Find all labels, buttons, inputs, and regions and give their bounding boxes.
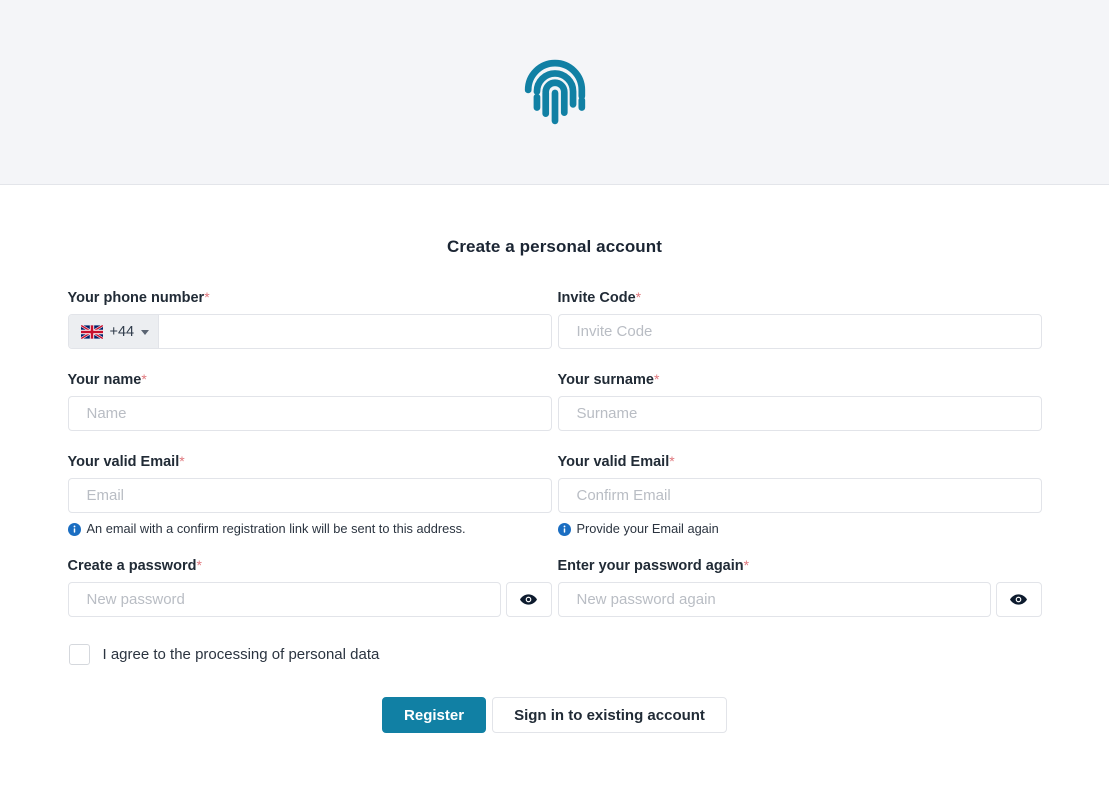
password-confirm-label: Enter your password again*	[557, 557, 750, 574]
registration-form: Your phone number* +44 Invite Code* Invi…	[67, 288, 1042, 733]
email-confirm-input[interactable]: Confirm Email	[557, 478, 1042, 513]
info-icon	[67, 522, 81, 536]
phone-number-input[interactable]	[159, 315, 551, 348]
required-asterisk: *	[179, 453, 185, 469]
field-email-confirm: Your valid Email* Confirm Email Provide …	[557, 452, 1042, 537]
sign-in-button[interactable]: Sign in to existing account	[492, 697, 727, 733]
required-asterisk: *	[653, 371, 660, 387]
required-asterisk: *	[204, 289, 210, 305]
password-input[interactable]: New password	[67, 582, 501, 617]
consent-row[interactable]: I agree to the processing of personal da…	[68, 644, 1042, 665]
required-asterisk: *	[196, 557, 202, 573]
required-asterisk: *	[669, 453, 675, 469]
invite-code-input[interactable]: Invite Code	[557, 314, 1042, 349]
consent-checkbox[interactable]	[68, 644, 90, 665]
field-phone: Your phone number* +44	[67, 288, 552, 349]
email-confirm-label: Your valid Email*	[557, 453, 675, 470]
field-name: Your name* Name	[67, 370, 552, 431]
invite-code-label: Invite Code*	[557, 289, 642, 306]
name-label: Your name*	[67, 371, 147, 388]
form-actions: Register Sign in to existing account	[68, 697, 1042, 733]
password-label: Create a password*	[67, 557, 202, 574]
phone-input-group[interactable]: +44	[67, 314, 552, 349]
field-password-confirm: Enter your password again* New password …	[557, 556, 1042, 617]
surname-label: Your surname*	[557, 371, 660, 388]
email-input[interactable]: Email	[67, 478, 552, 513]
info-icon	[557, 522, 571, 536]
country-code-select[interactable]: +44	[68, 315, 160, 348]
form-row-contact: Your phone number* +44 Invite Code* Invi…	[67, 288, 1042, 349]
page-header	[0, 0, 1109, 185]
form-row-password: Create a password* New password Enter yo…	[67, 556, 1042, 617]
page-body: Create a personal account Your phone num…	[0, 185, 1109, 733]
email-hint-text: An email with a confirm registration lin…	[86, 521, 466, 536]
chevron-down-icon	[141, 329, 150, 335]
password-confirm-input-group: New password again	[557, 582, 1042, 617]
register-button[interactable]: Register	[382, 697, 487, 733]
field-invite-code: Invite Code* Invite Code	[557, 288, 1042, 349]
email-hint: An email with a confirm registration lin…	[67, 521, 552, 537]
password-visibility-toggle[interactable]	[505, 582, 552, 617]
eye-icon	[519, 590, 538, 609]
required-asterisk: *	[635, 289, 642, 305]
eye-icon	[1009, 590, 1028, 609]
phone-label: Your phone number*	[67, 289, 210, 306]
dial-code-value: +44	[109, 323, 135, 340]
field-password: Create a password* New password	[67, 556, 552, 617]
form-row-name: Your name* Name Your surname* Surname	[67, 370, 1042, 431]
page-title: Create a personal account	[446, 237, 663, 256]
email-confirm-hint: Provide your Email again	[557, 521, 1042, 537]
consent-label: I agree to the processing of personal da…	[102, 645, 380, 663]
name-input[interactable]: Name	[67, 396, 552, 431]
field-email: Your valid Email* Email An email with a …	[67, 452, 552, 537]
email-label: Your valid Email*	[67, 453, 185, 470]
email-confirm-hint-text: Provide your Email again	[576, 521, 719, 536]
field-surname: Your surname* Surname	[557, 370, 1042, 431]
password-input-group: New password	[67, 582, 552, 617]
form-row-email: Your valid Email* Email An email with a …	[67, 452, 1042, 537]
fingerprint-icon	[522, 59, 588, 125]
required-asterisk: *	[141, 371, 147, 387]
password-confirm-input[interactable]: New password again	[557, 582, 991, 617]
uk-flag-icon	[80, 324, 103, 339]
password-confirm-visibility-toggle[interactable]	[995, 582, 1042, 617]
surname-input[interactable]: Surname	[557, 396, 1042, 431]
required-asterisk: *	[743, 557, 750, 573]
